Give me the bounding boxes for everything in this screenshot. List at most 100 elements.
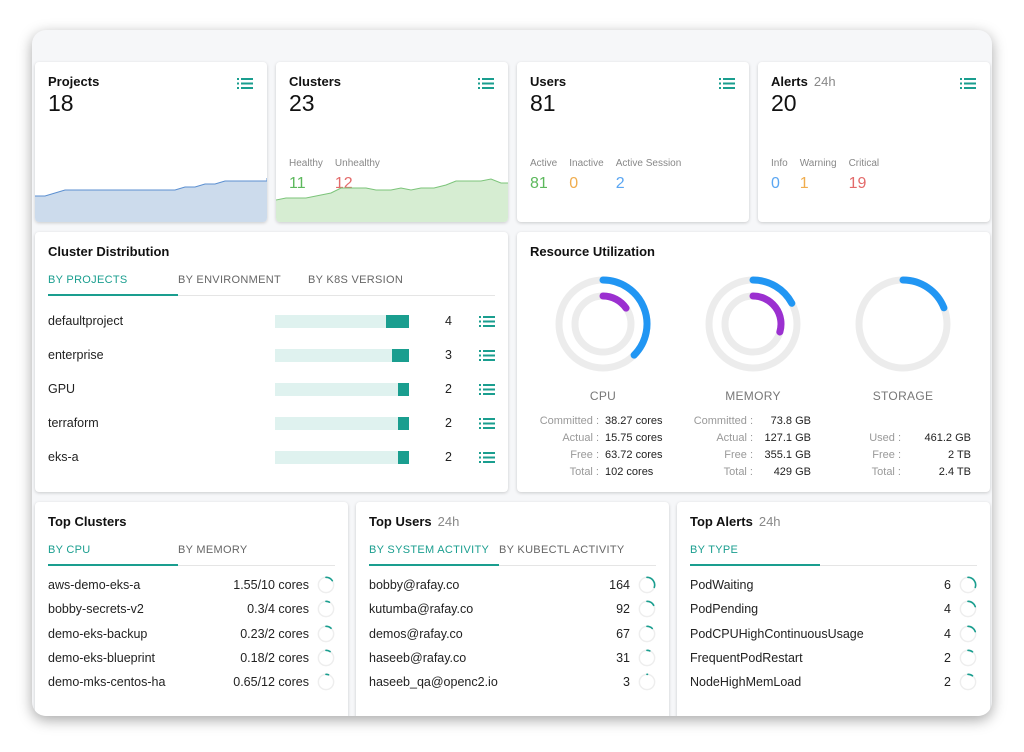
tab-by-type[interactable]: BY TYPE [690, 544, 820, 566]
storage-label: STORAGE [872, 389, 934, 403]
stat-critical: Critical 19 [848, 158, 880, 192]
cpu-label: CPU [589, 389, 617, 403]
usage-arc [967, 600, 977, 608]
memory-stat-row: Free :355.1 GB [724, 449, 811, 461]
usage-ring-icon [638, 576, 656, 594]
cpu-stat-row: Total :102 cores [569, 466, 654, 478]
resource-utilization-card: Resource Utilization CPU Committed :38.27 … [517, 232, 990, 492]
usage-ring-icon [317, 673, 335, 691]
tab-by-k8s-version[interactable]: BY K8S VERSION [308, 274, 438, 295]
total-count: 18 [48, 90, 74, 116]
usage-ring-icon [317, 576, 335, 594]
distribution-row: enterprise 3 [48, 345, 495, 365]
summary-card-projects: Projects 18 [35, 62, 267, 222]
storage-stat-row: Total :2.4 TB [871, 466, 971, 478]
list-item[interactable]: haseeb_qa@openc2.io 3 [369, 672, 656, 692]
list-view-icon[interactable] [479, 349, 495, 361]
card-title: Cluster Distribution [48, 244, 170, 259]
cpu-donut [555, 276, 651, 372]
list-item[interactable]: demos@rafay.co 67 [369, 624, 656, 644]
usage-ring-icon [959, 649, 977, 667]
tab-by-system-activity[interactable]: BY SYSTEM ACTIVITY [369, 544, 499, 566]
usage-arc [325, 625, 332, 629]
usage-arc [325, 649, 331, 653]
memory-donut [705, 276, 801, 372]
memory-stat-row: Total :429 GB [723, 466, 811, 478]
tab-by-projects[interactable]: BY PROJECTS [48, 274, 178, 296]
list-view-icon[interactable] [479, 383, 495, 395]
card-title: Users [530, 74, 567, 89]
list-item[interactable]: demo-mks-centos-ha 0.65/12 cores [48, 672, 335, 692]
distribution-row: terraform 2 [48, 413, 495, 433]
card-title: Resource Utilization [530, 244, 655, 259]
card-title: Alerts 24h [771, 74, 836, 89]
distribution-bar [275, 314, 409, 328]
card-title: Projects [48, 74, 100, 89]
usage-ring-icon [638, 625, 656, 642]
usage-arc [967, 576, 977, 589]
total-count: 20 [771, 90, 797, 116]
stat-warning: Warning 1 [799, 158, 837, 192]
usage-arc [599, 292, 630, 312]
list-view-icon[interactable] [237, 76, 253, 89]
tab-by-kubectl-activity[interactable]: BY KUBECTL ACTIVITY [499, 544, 629, 565]
usage-arc [325, 576, 334, 582]
card-title: Top Alerts 24h [690, 514, 781, 529]
list-view-icon[interactable] [478, 76, 494, 89]
distribution-bar [275, 416, 409, 430]
card-title: Top Clusters [48, 514, 127, 529]
usage-ring-icon [959, 576, 977, 594]
list-view-icon[interactable] [960, 76, 976, 89]
list-item[interactable]: kutumba@rafay.co 92 [369, 599, 656, 619]
list-item[interactable]: bobby-secrets-v2 0.3/4 cores [48, 599, 335, 619]
top-users-card: Top Users 24h BY SYSTEM ACTIVITY BY KUBECTL… [356, 502, 669, 716]
list-item[interactable]: demo-eks-backup 0.23/2 cores [48, 624, 335, 644]
total-count: 23 [289, 90, 315, 116]
list-view-icon[interactable] [719, 76, 735, 89]
list-view-icon[interactable] [479, 451, 495, 463]
list-item[interactable]: bobby@rafay.co 164 [369, 575, 656, 595]
list-item[interactable]: haseeb@rafay.co 31 [369, 648, 656, 668]
tab-by-environment[interactable]: BY ENVIRONMENT [178, 274, 308, 295]
list-item[interactable]: PodCPUHighContinuousUsage 4 [690, 624, 977, 644]
summary-card-alerts: Alerts 24h 20 Info 0 Warning 1 Critical 19 [758, 62, 990, 222]
card-title: Clusters [289, 74, 342, 89]
usage-ring-icon [317, 649, 335, 667]
usage-ring-icon [638, 673, 656, 691]
tab-by-memory[interactable]: BY MEMORY [178, 544, 308, 565]
usage-ring-icon [638, 649, 656, 667]
list-item[interactable]: demo-eks-blueprint 0.18/2 cores [48, 648, 335, 668]
usage-arc [967, 625, 977, 633]
trend-sparkline [276, 178, 508, 222]
usage-arc [646, 600, 655, 607]
usage-arc [646, 649, 651, 652]
storage-donut [855, 276, 951, 372]
usage-ring-icon [959, 600, 977, 618]
usage-ring-icon [317, 600, 335, 618]
tab-by-cpu[interactable]: BY CPU [48, 544, 178, 566]
stat-active: Active 81 [530, 158, 558, 192]
trend-sparkline [35, 178, 267, 222]
cpu-stat-row: Committed :38.27 cores [539, 415, 663, 427]
distribution-row: eks-a 2 [48, 447, 495, 467]
list-view-icon[interactable] [479, 417, 495, 429]
list-item[interactable]: FrequentPodRestart 2 [690, 648, 977, 668]
top-clusters-card: Top Clusters BY CPU BY MEMORY aws-demo-eks-… [35, 502, 348, 716]
usage-arc [749, 292, 785, 336]
usage-arc [325, 600, 331, 604]
list-item[interactable]: NodeHighMemLoad 2 [690, 672, 977, 692]
distribution-bar [275, 348, 409, 362]
list-view-icon[interactable] [479, 315, 495, 327]
summary-card-clusters: Clusters 23 Healthy 11 Unhealthy 12 [276, 62, 508, 222]
storage-stat-row: Free :2 TB [872, 449, 971, 461]
list-item[interactable]: PodWaiting 6 [690, 575, 977, 595]
memory-stat-row: Committed :73.8 GB [693, 415, 811, 427]
distribution-row: defaultproject 4 [48, 311, 495, 331]
usage-ring-icon [959, 625, 977, 642]
summary-card-users: Users 81 Active 81 Inactive 0 Active Session 2 [517, 62, 749, 222]
usage-arc [646, 576, 656, 589]
usage-arc [899, 276, 948, 312]
memory-stat-row: Actual :127.1 GB [716, 432, 811, 444]
list-item[interactable]: aws-demo-eks-a 1.55/10 cores [48, 575, 335, 595]
list-item[interactable]: PodPending 4 [690, 599, 977, 619]
